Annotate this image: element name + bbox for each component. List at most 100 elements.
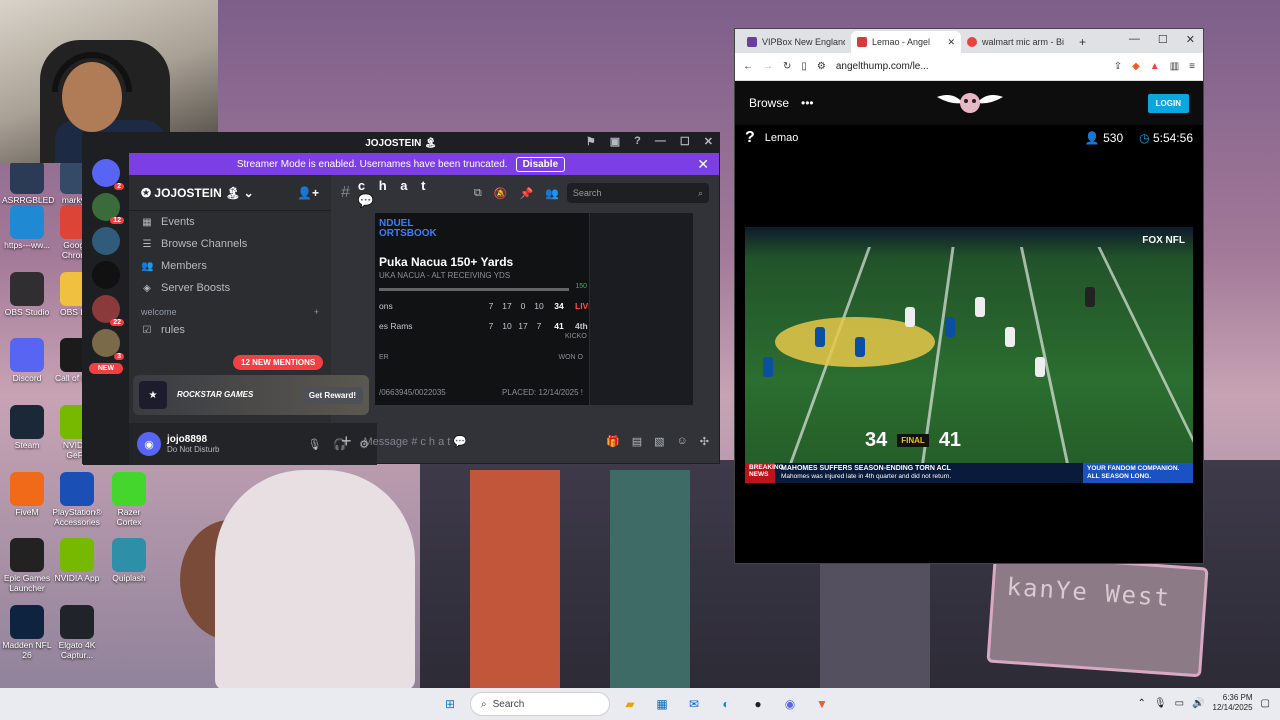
close-icon[interactable]: ✕ (697, 156, 709, 173)
network-icon[interactable]: ▭ (1175, 698, 1184, 709)
desktop-icon[interactable]: Quiplash (104, 538, 154, 584)
store-icon[interactable]: ▦ (650, 692, 674, 716)
desktop-icon[interactable]: ASRRGBLED (2, 160, 54, 206)
desktop-icon[interactable]: Epic Games Launcher (2, 538, 52, 594)
disable-button[interactable]: Disable (515, 156, 566, 172)
server-icon[interactable]: 22 (92, 295, 124, 326)
add-member-icon[interactable]: 👤+ (297, 186, 319, 200)
browser-tab[interactable]: VIPBox New England (741, 31, 851, 53)
stream-name: Lemao (764, 132, 799, 144)
pin-icon[interactable]: 📌 (519, 187, 533, 200)
video-player[interactable]: FOX NFL 34 FINAL 41 BREAKING NEWS MAHOME… (745, 227, 1193, 483)
chevron-up-icon[interactable]: ⌃ (1138, 698, 1146, 709)
discord-window: JOJOSTEIN 🏝 ⚑ ▣ ? — ☐ ✕ Streamer Mode is… (82, 132, 720, 465)
browser-tab-active[interactable]: Lemao - Angel ✕ (851, 31, 961, 53)
desktop-icon[interactable]: Razer Cortex (104, 472, 154, 528)
emoji-icon[interactable]: ☺ (677, 435, 688, 448)
notifications-icon[interactable]: ▢ (1261, 698, 1270, 709)
betslip-image[interactable]: NDUEL ORTSBOOK Puka Nacua 150+ Yards UKA… (375, 213, 693, 405)
close-tab-icon[interactable]: ✕ (947, 37, 955, 48)
share-icon[interactable]: ⇪ (1114, 61, 1122, 72)
threads-icon[interactable]: ⧉ (474, 187, 482, 200)
site-header: Browse ••• LOGIN (735, 81, 1203, 125)
discord-titlebar[interactable]: JOJOSTEIN 🏝 ⚑ ▣ ? — ☐ ✕ (83, 133, 719, 153)
discord-home-icon[interactable]: 2 (92, 159, 124, 190)
server-icon[interactable] (92, 261, 120, 289)
channel-link-events[interactable]: ▦ Events (129, 211, 331, 233)
help-icon[interactable]: ? (745, 129, 755, 147)
close-icon[interactable]: ✕ (1186, 33, 1195, 46)
desktop-icon[interactable]: Madden NFL 26 (2, 605, 52, 661)
browse-link[interactable]: Browse (749, 96, 789, 110)
microphone-icon[interactable]: 🎙 (307, 438, 321, 451)
channel-link-members[interactable]: 👥 Members (129, 255, 331, 277)
discord-icon[interactable]: ◉ (778, 692, 802, 716)
tab-strip: VIPBox New England Lemao - Angel ✕ walmar… (735, 29, 1203, 53)
inbox-icon[interactable]: ▣ (610, 135, 620, 148)
message-input[interactable]: Message # c h a t 💬 (364, 435, 468, 448)
sticker-icon[interactable]: ▧ (654, 435, 664, 448)
gif-icon[interactable]: ▤ (632, 435, 642, 448)
brave-rewards-icon[interactable]: ▲ (1150, 61, 1160, 72)
apps-icon[interactable]: ✣ (700, 435, 709, 448)
server-header[interactable]: ✪ JOJOSTEIN 🏝 ⌄ 👤+ (129, 175, 331, 211)
file-explorer-icon[interactable]: ▰ (618, 692, 642, 716)
add-attachment-icon[interactable]: + (341, 431, 352, 452)
channel-link-browse[interactable]: ☰ Browse Channels (129, 233, 331, 255)
flag-icon[interactable]: ⚑ (586, 135, 596, 148)
browser-tab[interactable]: walmart mic arm - Bi (961, 31, 1071, 53)
app-icon (10, 205, 44, 239)
start-icon[interactable]: ⊞ (438, 692, 462, 716)
channel-rules[interactable]: ☑ rules (129, 319, 331, 341)
desktop-icon[interactable]: NVIDIA App (52, 538, 102, 584)
desktop-icon[interactable]: https---ww... (2, 205, 52, 251)
login-button[interactable]: LOGIN (1147, 93, 1189, 113)
category-welcome[interactable]: welcome + (129, 299, 331, 319)
member-list-icon[interactable]: 👥 (545, 187, 559, 200)
close-icon[interactable]: ✕ (704, 135, 713, 148)
github-icon[interactable]: ● (746, 692, 770, 716)
search-input[interactable]: Search ⌕ (566, 183, 709, 203)
desktop-icon[interactable]: OBS Studio (2, 272, 52, 318)
help-icon[interactable]: ? (634, 135, 641, 148)
minimize-icon[interactable]: — (1129, 33, 1140, 46)
avatar[interactable]: ◉ (137, 432, 161, 456)
desktop-icon[interactable]: Discord (2, 338, 52, 384)
brave-icon[interactable]: ▼ (810, 692, 834, 716)
chevron-down-icon: ⌄ (243, 185, 254, 200)
maximize-icon[interactable]: ☐ (1158, 33, 1168, 46)
taskbar-search-input[interactable]: ⌕ Search (470, 692, 610, 716)
angelthump-logo-icon[interactable] (935, 89, 1005, 115)
sidebar-icon[interactable]: ▥ (1170, 61, 1179, 72)
more-icon[interactable]: ••• (801, 96, 814, 110)
microphone-icon[interactable]: 🎙 (1154, 698, 1167, 709)
desktop-icon[interactable]: Elgato 4K Captur... (52, 605, 102, 661)
message-composer[interactable]: + Message # c h a t 💬 🎁 ▤ ▧ ☺ ✣ (341, 425, 709, 457)
channel-link-boosts[interactable]: ◈ Server Boosts (129, 277, 331, 299)
gift-icon[interactable]: 🎁 (606, 435, 620, 448)
new-mentions-pill[interactable]: 12 NEW MENTIONS (233, 355, 324, 370)
desktop-icon[interactable]: PlayStation® Accessories (52, 472, 102, 528)
desktop-icon[interactable]: FiveM (2, 472, 52, 518)
brave-shield-icon[interactable]: ◆ (1132, 61, 1140, 72)
maximize-icon[interactable]: ☐ (680, 135, 690, 148)
site-info-icon[interactable]: ⚙ (817, 61, 826, 72)
clock[interactable]: 6:36 PM 12/14/2025 (1213, 693, 1253, 714)
back-icon[interactable]: ← (743, 61, 753, 72)
tab-favicon-icon (747, 37, 757, 47)
desktop-icon[interactable]: Steam (2, 405, 52, 451)
mute-icon[interactable]: 🔕 (494, 187, 508, 200)
new-tab-icon[interactable]: + (1071, 35, 1094, 53)
forward-icon[interactable]: → (763, 61, 773, 72)
server-icon[interactable]: 12 (92, 193, 124, 224)
menu-icon[interactable]: ≡ (1189, 61, 1195, 72)
outlook-icon[interactable]: ✉ (682, 692, 706, 716)
url-input[interactable]: angelthump.com/le... (836, 61, 1104, 72)
reload-icon[interactable]: ↻ (783, 61, 791, 72)
volume-icon[interactable]: 🔊 (1192, 698, 1204, 709)
bookmark-icon[interactable]: ▯ (801, 61, 807, 72)
server-icon[interactable]: 3 (92, 329, 124, 360)
minimize-icon[interactable]: — (655, 135, 666, 148)
server-icon[interactable] (92, 227, 120, 255)
edge-icon[interactable]: ◐ (714, 692, 738, 716)
